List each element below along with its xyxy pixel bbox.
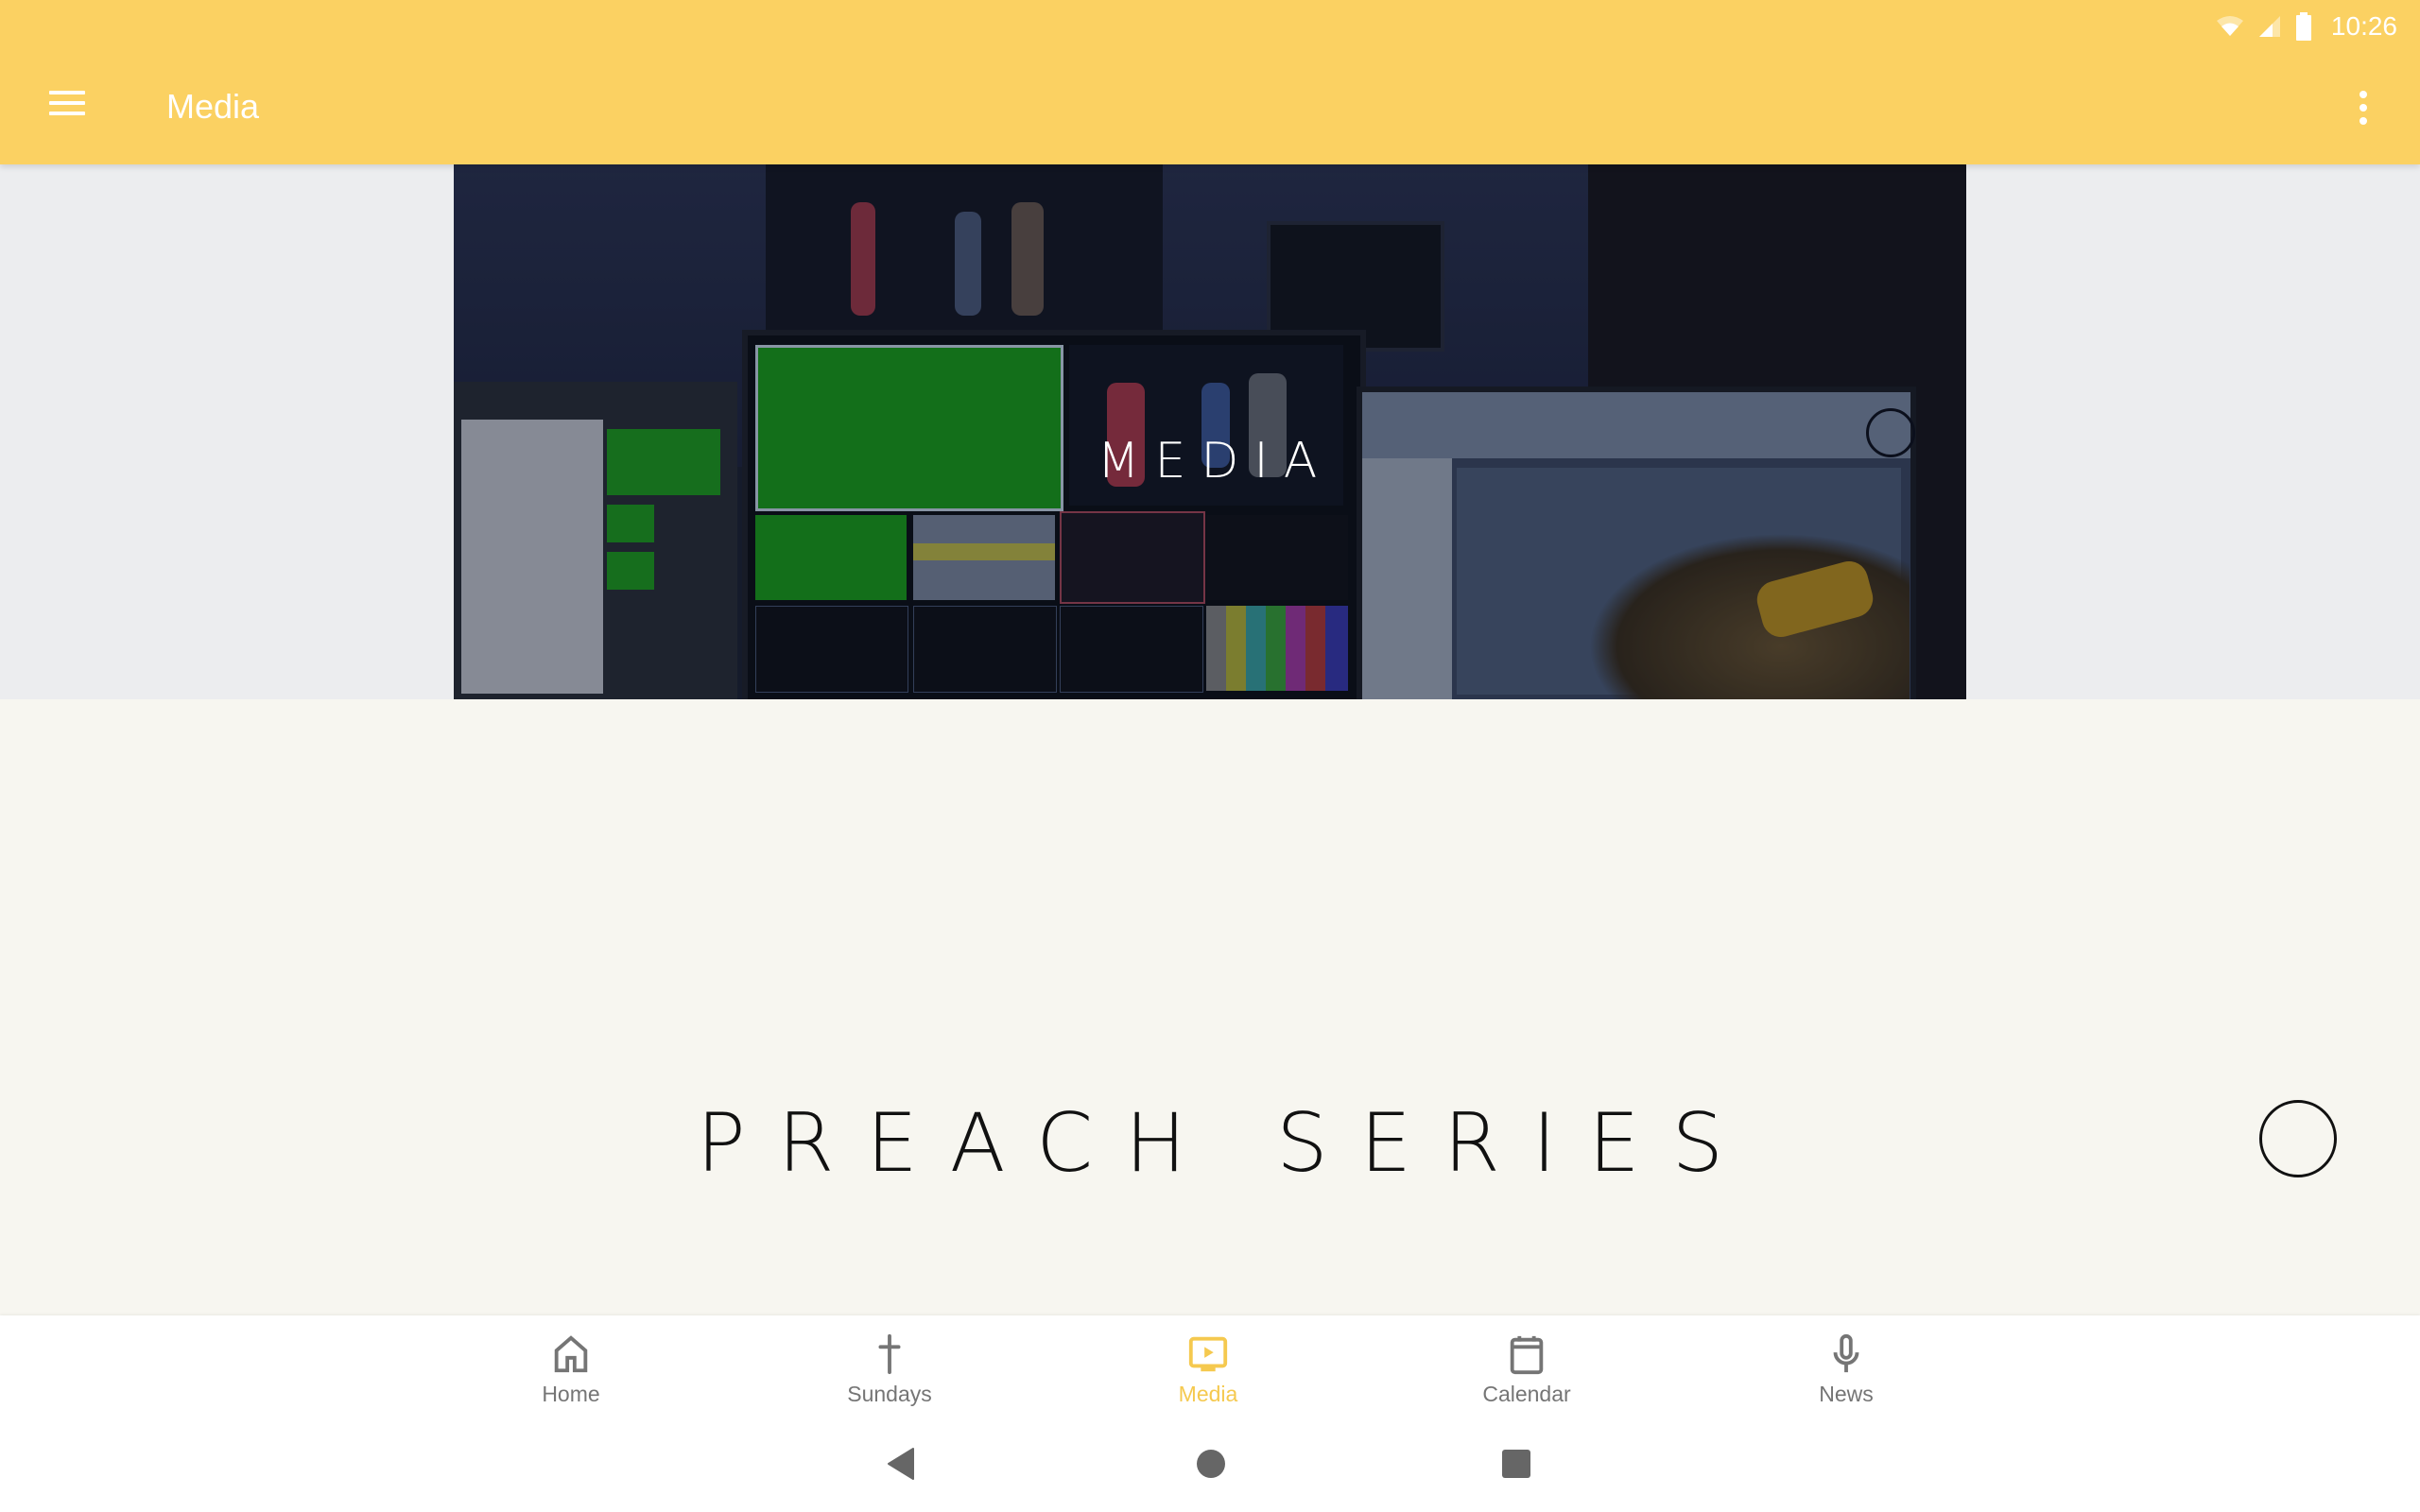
hamburger-menu-icon[interactable] bbox=[49, 91, 87, 119]
bottom-navigation: Home Sundays Media Calendar News bbox=[0, 1315, 2420, 1418]
battery-icon bbox=[2295, 12, 2311, 41]
back-icon[interactable] bbox=[887, 1448, 915, 1480]
media-play-icon bbox=[1188, 1336, 1228, 1372]
status-time: 10:26 bbox=[2330, 11, 2397, 41]
nav-item-media[interactable]: Media bbox=[1114, 1315, 1303, 1418]
media-hero-banner[interactable]: MEDIA bbox=[454, 164, 1966, 699]
home-icon bbox=[554, 1335, 588, 1373]
preach-series-card[interactable]: PREACH SERIES bbox=[0, 699, 2420, 1315]
recents-square-icon[interactable] bbox=[1501, 1448, 1531, 1480]
cell-signal-icon bbox=[2258, 16, 2280, 37]
home-circle-icon[interactable] bbox=[1196, 1448, 1226, 1480]
nav-label-news: News bbox=[1819, 1382, 1874, 1406]
nav-item-home[interactable]: Home bbox=[476, 1315, 666, 1418]
wifi-icon bbox=[2216, 16, 2243, 36]
hero-dark-overlay bbox=[454, 164, 1966, 699]
calendar-icon bbox=[1510, 1335, 1544, 1375]
hero-title: MEDIA bbox=[1097, 433, 1333, 490]
series-title: PREACH SERIES bbox=[696, 1096, 1756, 1191]
more-vert-icon[interactable] bbox=[2348, 87, 2378, 129]
nav-label-home: Home bbox=[542, 1382, 600, 1406]
circle-icon[interactable] bbox=[2259, 1100, 2337, 1177]
nav-label-sundays: Sundays bbox=[847, 1382, 932, 1406]
nav-item-calendar[interactable]: Calendar bbox=[1432, 1315, 1621, 1418]
nav-item-news[interactable]: News bbox=[1752, 1315, 1941, 1418]
nav-label-media: Media bbox=[1178, 1382, 1238, 1406]
nav-item-sundays[interactable]: Sundays bbox=[795, 1315, 984, 1418]
page-title: Media bbox=[166, 87, 260, 126]
status-bar: 10:26 bbox=[2216, 8, 2397, 45]
system-navigation-bar bbox=[0, 1418, 2420, 1512]
nav-label-calendar: Calendar bbox=[1482, 1382, 1571, 1406]
app-bar: 10:26 Media bbox=[0, 0, 2420, 164]
cross-icon bbox=[878, 1333, 901, 1375]
microphone-icon bbox=[1833, 1333, 1859, 1373]
